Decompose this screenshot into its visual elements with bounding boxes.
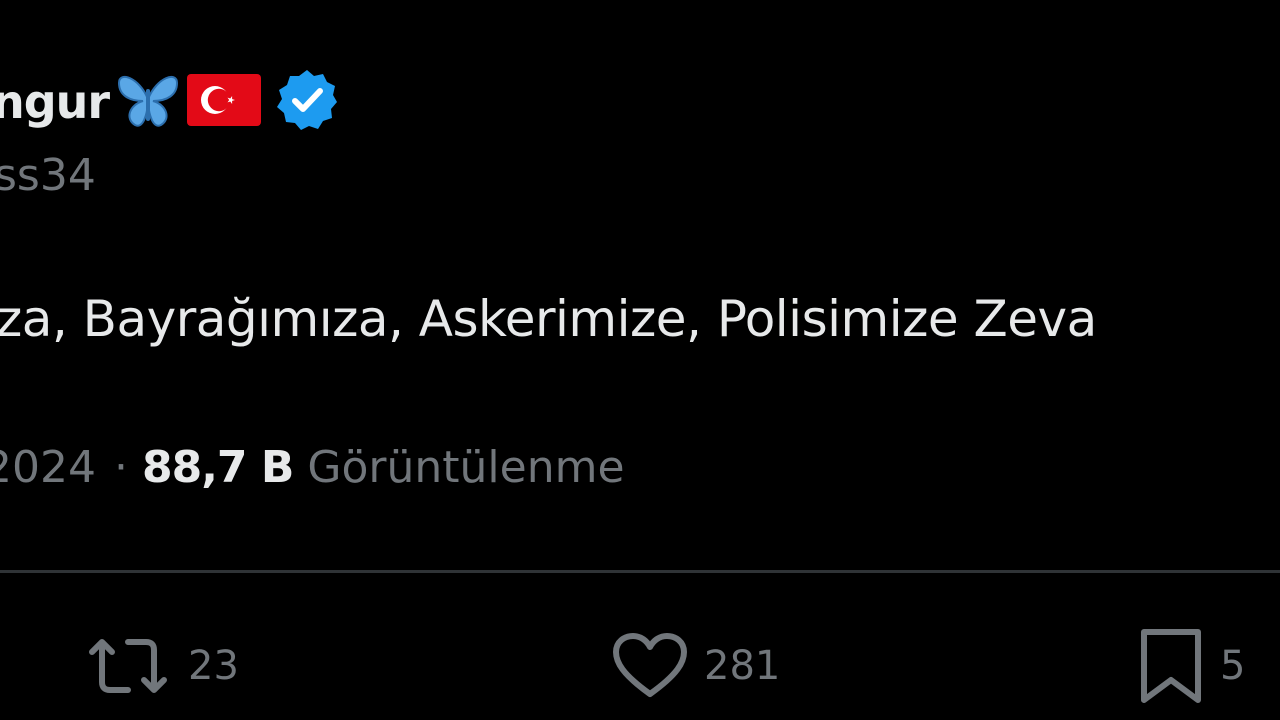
tweet-text: za, Bayrağımıza, Askerimize, Polisimize … bbox=[0, 290, 1097, 348]
verified-badge-icon[interactable] bbox=[275, 68, 339, 136]
like-button[interactable]: 281 bbox=[612, 628, 780, 704]
author-handle[interactable]: ss34 bbox=[0, 150, 96, 201]
retweet-icon bbox=[84, 634, 172, 698]
butterfly-icon bbox=[115, 69, 181, 135]
bookmark-icon bbox=[1138, 628, 1204, 704]
retweet-count: 23 bbox=[188, 643, 239, 689]
view-count[interactable]: 88,7 B bbox=[142, 442, 294, 493]
tweet-detail-view: ngur ss34 za, Bayrağımıza, Askerimize, P… bbox=[0, 0, 1280, 720]
author-name-row[interactable]: ngur bbox=[0, 66, 339, 138]
view-count-label: Görüntülenme bbox=[307, 442, 625, 493]
like-count: 281 bbox=[704, 643, 781, 689]
display-name[interactable]: ngur bbox=[0, 75, 110, 129]
heart-icon bbox=[612, 632, 688, 700]
meta-separator: · bbox=[113, 442, 128, 493]
divider bbox=[0, 570, 1280, 573]
bookmark-count: 5 bbox=[1220, 643, 1246, 689]
bookmark-button[interactable]: 5 bbox=[1138, 628, 1245, 704]
turkey-flag-icon bbox=[187, 74, 262, 130]
retweet-button[interactable]: 23 bbox=[84, 628, 239, 704]
tweet-date[interactable]: 2024 bbox=[0, 442, 96, 493]
tweet-meta: 2024 · 88,7 B Görüntülenme bbox=[0, 442, 625, 493]
